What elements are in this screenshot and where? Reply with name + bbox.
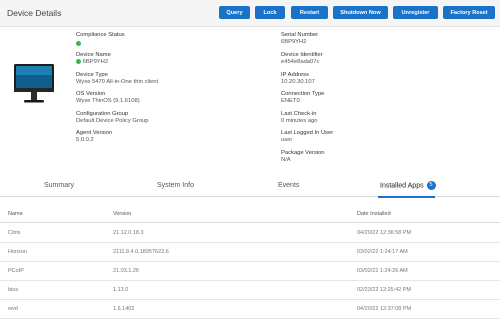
device-name-value: 6BP9YH2 (76, 59, 111, 66)
serial-number-value: 6BP9YH2 (281, 39, 307, 45)
last-logged-user-label: Last Logged In User (281, 130, 334, 136)
app-version-cell: 2111.8.4.0.18957622.6 (113, 249, 169, 255)
connection-type-field: Connection Type ENET0 (281, 91, 324, 105)
page-header: Device Details Query Lock Restart Shutdo… (0, 0, 500, 27)
app-date-cell: 03/02/22 1:24:26 AM (357, 268, 408, 274)
compliance-status-dot-icon (76, 41, 81, 46)
last-checkin-field: Last Check-in 0 minutes ago (281, 111, 317, 125)
device-type-label: Device Type (76, 72, 108, 78)
app-date-cell: 04/20/22 12:36:58 PM (357, 230, 412, 236)
app-name-cell: bios (8, 287, 19, 293)
device-type-value: Wyse 5470 All-in-One thin client (76, 79, 159, 85)
app-name-cell: Citrix (8, 230, 21, 236)
column-header-name[interactable]: Name (8, 211, 23, 217)
table-row: PCoIP 21.03.1.26 03/02/22 1:24:26 AM (0, 261, 500, 281)
device-identifier-label: Device Identifier (281, 52, 323, 58)
app-version-cell: 21.12.0.18.3 (113, 230, 144, 236)
configuration-group-value: Default Device Policy Group (76, 118, 149, 124)
ip-address-label: IP Address (281, 72, 309, 78)
os-version-label: OS Version (76, 91, 106, 97)
tab-events[interactable]: Events (278, 182, 299, 189)
app-date-cell: 03/02/22 1:24:17 AM (357, 249, 408, 255)
connection-type-value: ENET0 (281, 98, 300, 104)
tab-installed-apps[interactable]: Installed Apps 5 (380, 181, 436, 190)
agent-version-field: Agent Version 5.0.0.2 (76, 130, 112, 144)
app-version-cell: 1.13.0 (113, 287, 129, 293)
device-name-field: Device Name 6BP9YH2 (76, 52, 111, 66)
ip-address-field: IP Address 10.20.30.107 (281, 72, 315, 86)
column-header-version[interactable]: Version (113, 211, 131, 217)
app-name-cell: wvd (8, 306, 18, 312)
table-header: Name Version Date Installed (0, 206, 500, 223)
serial-number-field: Serial Number 6BP9YH2 (281, 32, 318, 46)
device-name-label: Device Name (76, 52, 111, 58)
app-name-cell: Horizon (8, 249, 27, 255)
connection-type-label: Connection Type (281, 91, 325, 97)
table-row: wvd 1.6.1402 04/20/22 12:37:08 PM (0, 299, 500, 319)
tab-system-info[interactable]: System Info (157, 182, 194, 189)
app-date-cell: 02/23/22 12:25:42 PM (357, 287, 412, 293)
shutdown-now-button[interactable]: Shutdown Now (333, 6, 388, 19)
active-tab-indicator (378, 196, 435, 198)
last-logged-user-field: Last Logged In User user (281, 130, 333, 144)
ip-address-value: 10.20.30.107 (281, 79, 315, 85)
device-type-field: Device Type Wyse 5470 All-in-One thin cl… (76, 72, 158, 86)
factory-reset-button[interactable]: Factory Reset (443, 6, 495, 19)
lock-button[interactable]: Lock (255, 6, 285, 19)
detail-tabs: Summary System Info Events Installed App… (0, 178, 500, 197)
all-in-one-device-image (14, 64, 54, 103)
app-name-cell: PCoIP (8, 268, 24, 274)
page-title: Device Details (7, 8, 62, 18)
tab-installed-apps-label: Installed Apps (380, 182, 424, 190)
package-version-field: Package Version N/A (281, 150, 325, 164)
restart-button[interactable]: Restart (291, 6, 328, 19)
tab-summary[interactable]: Summary (44, 182, 74, 189)
device-identifier-field: Device Identifier e454e8ada07c (281, 52, 323, 66)
last-checkin-label: Last Check-in (281, 111, 317, 117)
app-version-cell: 21.03.1.26 (113, 268, 139, 274)
last-logged-user-value: user (281, 137, 293, 143)
table-row: bios 1.13.0 02/23/22 12:25:42 PM (0, 280, 500, 300)
package-version-label: Package Version (281, 150, 325, 156)
compliance-status-label: Compliance Status (76, 32, 125, 38)
os-version-field: OS Version Wyse ThinOS (9.1.6108) (76, 91, 140, 105)
last-checkin-value: 0 minutes ago (281, 118, 318, 124)
unregister-button[interactable]: Unregister (393, 6, 438, 19)
configuration-group-label: Configuration Group (76, 111, 129, 117)
device-online-dot-icon (76, 59, 81, 64)
app-version-cell: 1.6.1402 (113, 306, 135, 312)
agent-version-label: Agent Version (76, 130, 113, 136)
agent-version-value: 5.0.0.2 (76, 137, 94, 143)
package-version-value: N/A (281, 157, 291, 163)
app-date-cell: 04/20/22 12:37:08 PM (357, 306, 412, 312)
serial-number-label: Serial Number (281, 32, 319, 38)
table-row: Horizon 2111.8.4.0.18957622.6 03/02/22 1… (0, 242, 500, 262)
device-identifier-value: e454e8ada07c (281, 59, 320, 65)
query-button[interactable]: Query (219, 6, 250, 19)
column-header-date-installed[interactable]: Date Installed (357, 211, 391, 217)
configuration-group-field: Configuration Group Default Device Polic… (76, 111, 149, 125)
compliance-status-field: Compliance Status (76, 32, 125, 46)
table-row: Citrix 21.12.0.18.3 04/20/22 12:36:58 PM (0, 223, 500, 243)
os-version-value: Wyse ThinOS (9.1.6108) (76, 98, 140, 104)
installed-apps-count-badge: 5 (426, 181, 436, 190)
